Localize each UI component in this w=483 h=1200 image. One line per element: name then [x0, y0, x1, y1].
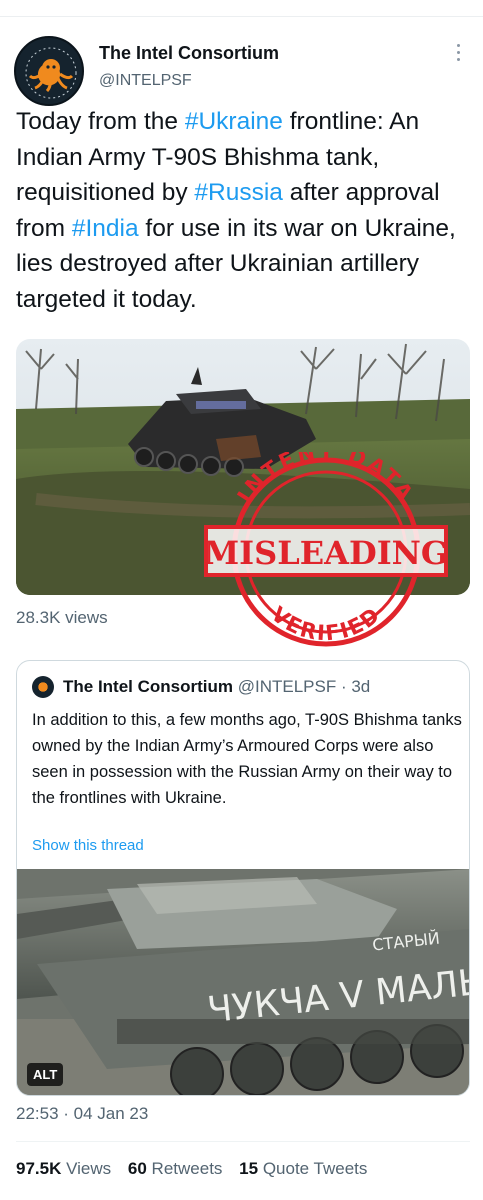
top-divider — [0, 16, 483, 17]
alt-badge[interactable]: ALT — [27, 1063, 64, 1086]
stamp-top-text: INTENT DATA — [233, 440, 416, 507]
hashtag-link[interactable]: #Ukraine — [185, 108, 283, 135]
quoted-author-avatar — [32, 676, 54, 698]
author-avatar[interactable] — [14, 36, 84, 106]
retweets-label: Retweets — [151, 1159, 223, 1178]
show-thread-link[interactable]: Show this thread — [32, 837, 144, 854]
quoted-tweet-header: The Intel Consortium @INTELPSF · 3d — [63, 677, 370, 697]
views-count: 97.5K — [16, 1159, 62, 1178]
quoted-author-name: The Intel Consortium — [63, 677, 233, 696]
hashtag-link[interactable]: #Russia — [194, 179, 283, 206]
author-name[interactable]: The Intel Consortium — [99, 43, 279, 64]
quoted-tweet-text: In addition to this, a few months ago, T… — [32, 711, 462, 807]
tweet-timestamp[interactable]: 22:53 · 04 Jan 23 — [16, 1104, 148, 1124]
views-label: Views — [66, 1159, 112, 1178]
stats-divider — [16, 1141, 470, 1142]
quote-tweets-count: 15 — [239, 1159, 259, 1178]
misleading-stamp: INTENT DATA MISLEADING VERIFIED — [196, 440, 456, 648]
views-stat[interactable]: 97.5K Views — [16, 1159, 111, 1178]
retweets-stat[interactable]: 60 Retweets — [128, 1159, 223, 1178]
retweets-count: 60 — [127, 1159, 147, 1178]
octopus-logo-icon — [25, 47, 77, 99]
quoted-tweet-age: · 3d — [340, 677, 371, 696]
quote-tweets-label: Quote Tweets — [262, 1159, 368, 1178]
quoted-tweet-image-tank[interactable]: ЧУКЧА V МАЛЫШ СТАРЫЙ ALT — [17, 869, 469, 1095]
quoted-tweet[interactable]: The Intel Consortium @INTELPSF · 3d In a… — [16, 660, 470, 1096]
tweet-text: Today from the #Ukraine frontline: An In… — [16, 104, 476, 317]
svg-text:VERIFIED: VERIFIED — [267, 602, 386, 645]
quoted-author-handle: @INTELPSF — [237, 677, 337, 696]
tweet-views[interactable]: 28.3K views — [16, 608, 108, 628]
svg-text:INTENT DATA: INTENT DATA — [233, 452, 419, 507]
more-options-icon[interactable] — [448, 40, 468, 68]
tweet-text-segment: Today from the — [16, 108, 185, 135]
stamp-label: MISLEADING — [204, 534, 449, 572]
stamp-bottom-text: VERIFIED — [267, 602, 384, 645]
tweet-stats: 97.5K Views 60 Retweets 15 Quote Tweets — [16, 1159, 379, 1179]
tank-with-writing-photo: ЧУКЧА V МАЛЫШ СТАРЫЙ — [17, 869, 469, 1095]
hashtag-link[interactable]: #India — [72, 215, 139, 242]
quote-tweets-stat[interactable]: 15 Quote Tweets — [239, 1159, 367, 1178]
author-handle[interactable]: @INTELPSF — [99, 72, 192, 90]
